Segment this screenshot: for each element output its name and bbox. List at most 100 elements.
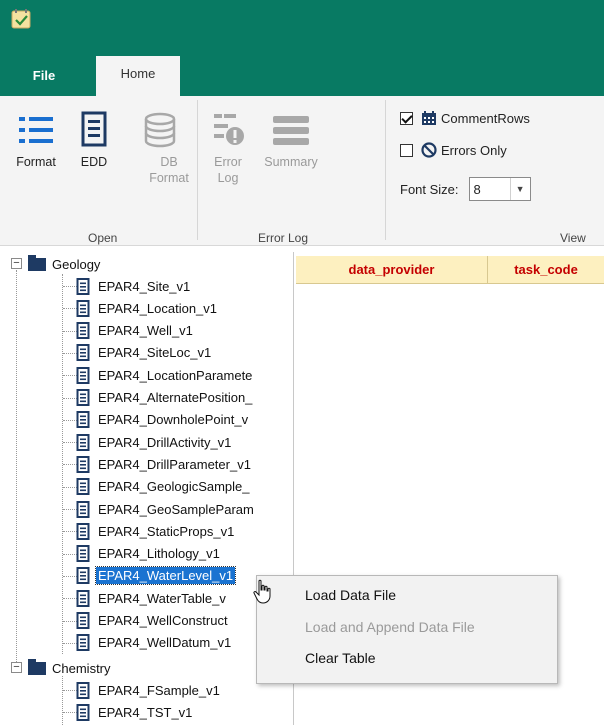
tree-item-label: EPAR4_AlternatePosition_	[98, 390, 253, 405]
font-size-label: Font Size:	[400, 181, 459, 197]
tree-connector	[63, 419, 77, 421]
edd-button[interactable]: EDD	[74, 110, 114, 170]
errors-only-toggle[interactable]: Errors Only	[400, 142, 507, 158]
tree-connector	[63, 286, 77, 287]
title-bar: File Home	[0, 0, 604, 96]
tree-connector	[63, 509, 77, 510]
collapse-toggle[interactable]: −	[11, 662, 22, 673]
document-icon	[76, 366, 90, 384]
app-window: File Home Format EDD DB Format Error Log…	[0, 0, 604, 725]
document-icon	[76, 478, 90, 496]
tree-item[interactable]: EPAR4_StaticProps_v1	[76, 521, 236, 541]
tree-item-label: EPAR4_WellDatum_v1	[98, 635, 232, 651]
database-icon	[144, 112, 176, 148]
font-size-select[interactable]: 8 ▼	[468, 177, 531, 201]
tree-item[interactable]: EPAR4_GeologicSample_	[76, 477, 252, 497]
tree-item[interactable]: EPAR4_DrillActivity_v1	[76, 432, 233, 452]
tree-item-label: EPAR4_GeologicSample_	[98, 479, 250, 495]
comment-rows-checkbox[interactable]	[400, 111, 413, 125]
calendar-grid-icon	[422, 111, 436, 125]
tree-connector	[63, 352, 77, 354]
tree-connector	[63, 620, 77, 622]
tree-item-label: EPAR4_Well_v1	[98, 323, 193, 339]
tree-item-label: EPAR4_StaticProps_v1	[98, 523, 235, 539]
tree-connector	[63, 464, 77, 466]
comment-rows-toggle[interactable]: CommentRows	[400, 110, 530, 126]
tree-item[interactable]: EPAR4_GeoSampleParam	[76, 499, 256, 519]
tree-connector	[63, 575, 77, 577]
tree-item-label: EPAR4_GeoSampleParam	[98, 501, 254, 517]
tree-item[interactable]: EPAR4_Well_v1	[76, 321, 195, 341]
error-log-button[interactable]: Error Log	[206, 110, 250, 186]
tree-item-label: EPAR4_LocationParamete	[98, 367, 253, 383]
summary-button[interactable]: Summary	[256, 110, 326, 170]
tree-item-label: EPAR4_WellConstruct	[98, 613, 228, 628]
menu-item-clear-table[interactable]: Clear Table	[305, 650, 376, 666]
tree-connector	[63, 531, 77, 533]
tab-home[interactable]: Home	[96, 56, 180, 96]
collapse-toggle[interactable]: −	[11, 258, 22, 269]
tree-item[interactable]: EPAR4_WellDatum_v1	[76, 633, 233, 653]
tree-connector	[63, 553, 77, 555]
tree-item-label: EPAR4_TST_v1	[98, 704, 193, 720]
tree-item[interactable]: EPAR4_FSample_v1	[76, 680, 222, 700]
tree-connector	[63, 375, 77, 377]
column-header[interactable]: task_code	[488, 256, 604, 284]
no-entry-icon	[421, 142, 437, 158]
document-icon	[76, 277, 90, 295]
errors-only-checkbox[interactable]	[400, 143, 413, 157]
tree-item-label: EPAR4_DownholePoint_v	[98, 412, 249, 428]
tree-folder-label: Geology	[52, 256, 101, 272]
tree-folder-chemistry[interactable]: Chemistry	[28, 658, 113, 678]
ribbon-separator	[385, 100, 386, 240]
tree-connector	[63, 712, 77, 714]
tree-item[interactable]: EPAR4_SiteLoc_v1	[76, 343, 213, 363]
db-format-button[interactable]: DB Format	[128, 110, 192, 186]
format-button[interactable]: Format	[8, 110, 64, 170]
tree-connector	[16, 270, 17, 662]
tree-connector	[63, 397, 77, 399]
column-header[interactable]: data_provider	[296, 256, 488, 284]
document-icon	[76, 411, 90, 429]
tree-item[interactable]: EPAR4_WaterLevel_v1	[76, 566, 237, 586]
tree-item[interactable]: EPAR4_WellConstruct	[76, 611, 230, 631]
group-label-open: Open	[88, 231, 118, 245]
error-log-icon	[214, 114, 244, 145]
tree-item[interactable]: EPAR4_DrillParameter_v1	[76, 454, 253, 474]
chevron-down-icon[interactable]: ▼	[509, 178, 530, 200]
document-icon	[76, 322, 90, 340]
document-icon	[76, 522, 90, 540]
tree-item[interactable]: EPAR4_AlternatePosition_	[76, 388, 254, 408]
edd-label: EDD	[80, 155, 108, 169]
menu-item-load-append[interactable]: Load and Append Data File	[305, 619, 475, 635]
tree-item-label: EPAR4_FSample_v1	[98, 682, 220, 698]
tree-item[interactable]: EPAR4_WaterTable_v	[76, 588, 228, 608]
tree-item[interactable]: EPAR4_DownholePoint_v	[76, 410, 250, 430]
comment-rows-label: CommentRows	[441, 110, 530, 126]
tree-item[interactable]: EPAR4_Lithology_v1	[76, 544, 222, 564]
tree-item[interactable]: EPAR4_Location_v1	[76, 298, 219, 318]
tree-folder-label: Chemistry	[52, 660, 111, 676]
menu-item-load-data-file[interactable]: Load Data File	[305, 587, 396, 603]
document-icon	[76, 589, 90, 607]
tree-item[interactable]: EPAR4_Site_v1	[76, 276, 192, 296]
tree-item-label: EPAR4_Location_v1	[98, 300, 218, 316]
format-label: Format	[16, 155, 56, 169]
context-menu: Load Data File Load and Append Data File…	[256, 575, 558, 684]
group-label-error-log: Error Log	[258, 231, 309, 245]
summary-label: Summary	[264, 155, 318, 169]
tree-item[interactable]: EPAR4_LocationParamete	[76, 365, 254, 385]
document-icon	[76, 299, 90, 317]
tab-file[interactable]: File	[0, 56, 88, 96]
tree-folder-geology[interactable]: Geology	[28, 254, 102, 274]
document-icon	[76, 500, 90, 518]
summary-icon	[273, 116, 309, 145]
font-size-control: Font Size: 8 ▼	[400, 177, 531, 201]
tree-connector	[63, 598, 77, 600]
table-tree: − Geology EPAR4_Site_v1 EPAR4_Location_v1…	[0, 252, 294, 725]
app-icon	[11, 9, 31, 29]
document-icon	[76, 389, 90, 406]
document-icon	[76, 433, 90, 451]
tree-item[interactable]: EPAR4_TST_v1	[76, 702, 194, 722]
document-icon	[76, 681, 90, 699]
